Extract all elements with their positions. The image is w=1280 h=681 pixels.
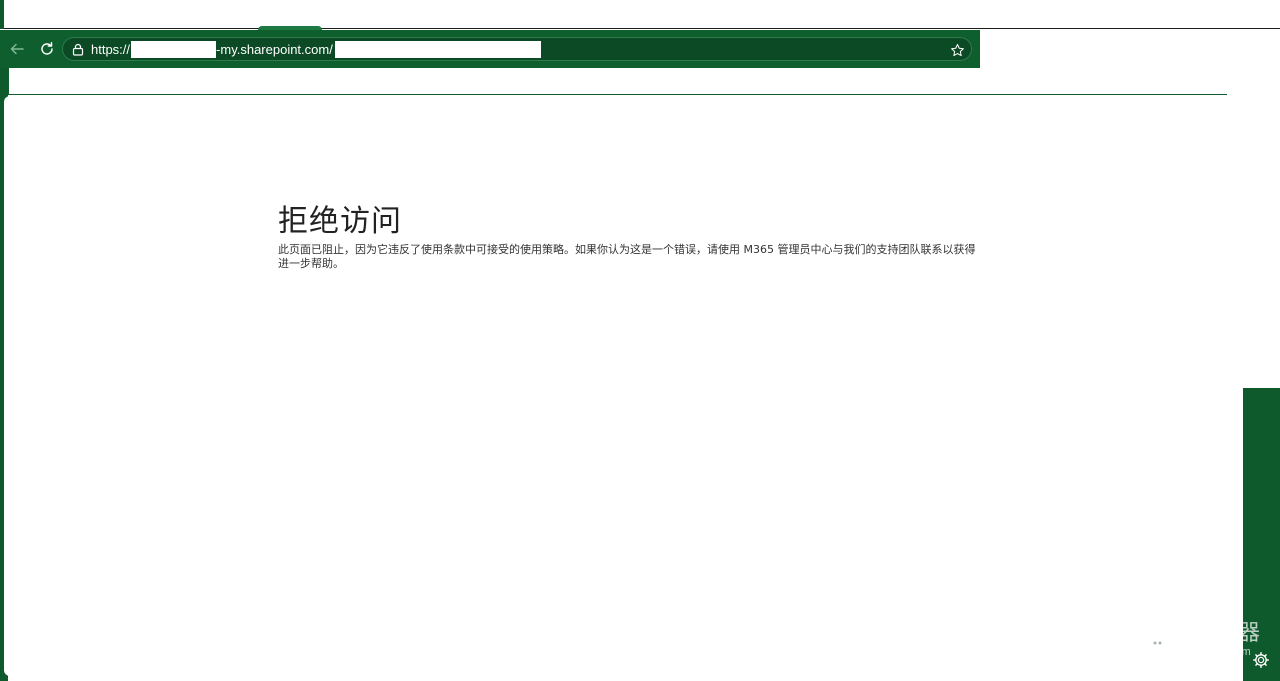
browser-toolbar: https:// -my.sharepoint.com/ — [0, 30, 980, 68]
watermark: 路由器 luyouqi.com — [1138, 617, 1268, 663]
page-content: 拒绝访问 此页面已阻止，因为它违反了使用条款中可接受的使用策略。如果你认为这是一… — [4, 96, 1242, 676]
page-title: 拒绝访问 — [278, 204, 402, 239]
url-prefix: https:// — [91, 41, 131, 57]
reload-icon — [41, 42, 53, 55]
star-icon — [950, 43, 964, 56]
settings-button[interactable] — [1251, 650, 1271, 670]
back-button[interactable] — [7, 39, 27, 59]
redacted-url-segment — [131, 40, 217, 58]
lock-icon[interactable] — [71, 42, 85, 56]
gear-icon — [1253, 652, 1269, 668]
browser-lower-strip — [8, 68, 1227, 95]
watermark-name: 路由器 — [1192, 621, 1262, 646]
url-domain: -my.sharepoint.com/ — [216, 41, 333, 57]
top-left-edge — [0, 0, 4, 29]
redacted-url-path — [334, 40, 541, 58]
reload-button[interactable] — [37, 39, 57, 59]
access-denied-message: 此页面已阻止，因为它违反了使用条款中可接受的使用策略。如果你认为这是一个错误，请… — [278, 243, 976, 270]
top-window-strip — [0, 0, 1280, 29]
favorite-button[interactable] — [949, 42, 965, 58]
arrow-left-icon — [10, 43, 24, 55]
url-text[interactable]: https:// -my.sharepoint.com/ — [91, 40, 541, 58]
router-logo-icon — [1138, 617, 1184, 663]
address-bar[interactable]: https:// -my.sharepoint.com/ — [62, 37, 972, 61]
